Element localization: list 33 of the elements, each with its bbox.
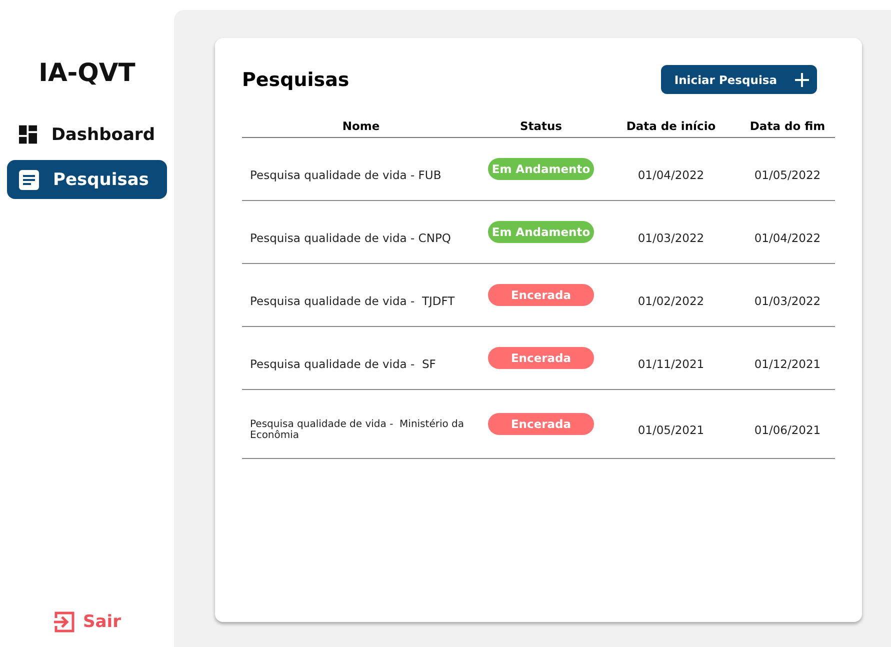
- table-cell: Pesquisa qualidade de vida - Ministério da Econômia: [242, 390, 480, 458]
- document-icon: [19, 170, 39, 190]
- column-header: Data do fim: [740, 115, 835, 138]
- table-cell: 01/03/2022: [602, 200, 740, 264]
- app-logo: IA-QVT: [38, 58, 136, 87]
- status-badge: Em Andamento: [488, 158, 594, 180]
- table-cell: Pesquisa qualidade de vida - CNPQ: [242, 200, 480, 264]
- table-cell: Pesquisa qualidade de vida - FUB: [242, 138, 480, 200]
- status-badge: Em Andamento: [488, 221, 594, 243]
- page-title: Pesquisas: [242, 68, 350, 90]
- status-badge: Encerada: [488, 284, 594, 306]
- table-cell: Pesquisa qualidade de vida - TJDFT: [242, 264, 480, 326]
- plus-icon: [795, 72, 809, 86]
- logout-icon: [53, 611, 76, 633]
- table-cell: 01/11/2021: [602, 326, 740, 390]
- start-survey-button[interactable]: Iniciar Pesquisa: [661, 65, 817, 94]
- column-header: Status: [480, 115, 602, 138]
- nav-item[interactable]: Pesquisas: [7, 160, 167, 199]
- table-cell: 01/02/2022: [602, 264, 740, 326]
- status-badge: Encerada: [488, 347, 594, 369]
- table-cell: 01/04/2022: [602, 138, 740, 200]
- table-cell: 01/04/2022: [740, 200, 835, 264]
- table-cell: Pesquisa qualidade de vida - SF: [242, 326, 480, 390]
- nav-item[interactable]: Dashboard: [7, 115, 167, 154]
- table-cell: 01/03/2022: [740, 264, 835, 326]
- table-cell: 01/12/2021: [740, 326, 835, 390]
- table-cell: 01/06/2021: [740, 390, 835, 458]
- column-header: Nome: [242, 115, 480, 138]
- grid-icon: [19, 125, 38, 144]
- column-header: Data de início: [602, 115, 740, 138]
- table-cell: 01/05/2021: [602, 390, 740, 458]
- status-badge: Encerada: [488, 413, 594, 435]
- table-cell: 01/05/2022: [740, 138, 835, 200]
